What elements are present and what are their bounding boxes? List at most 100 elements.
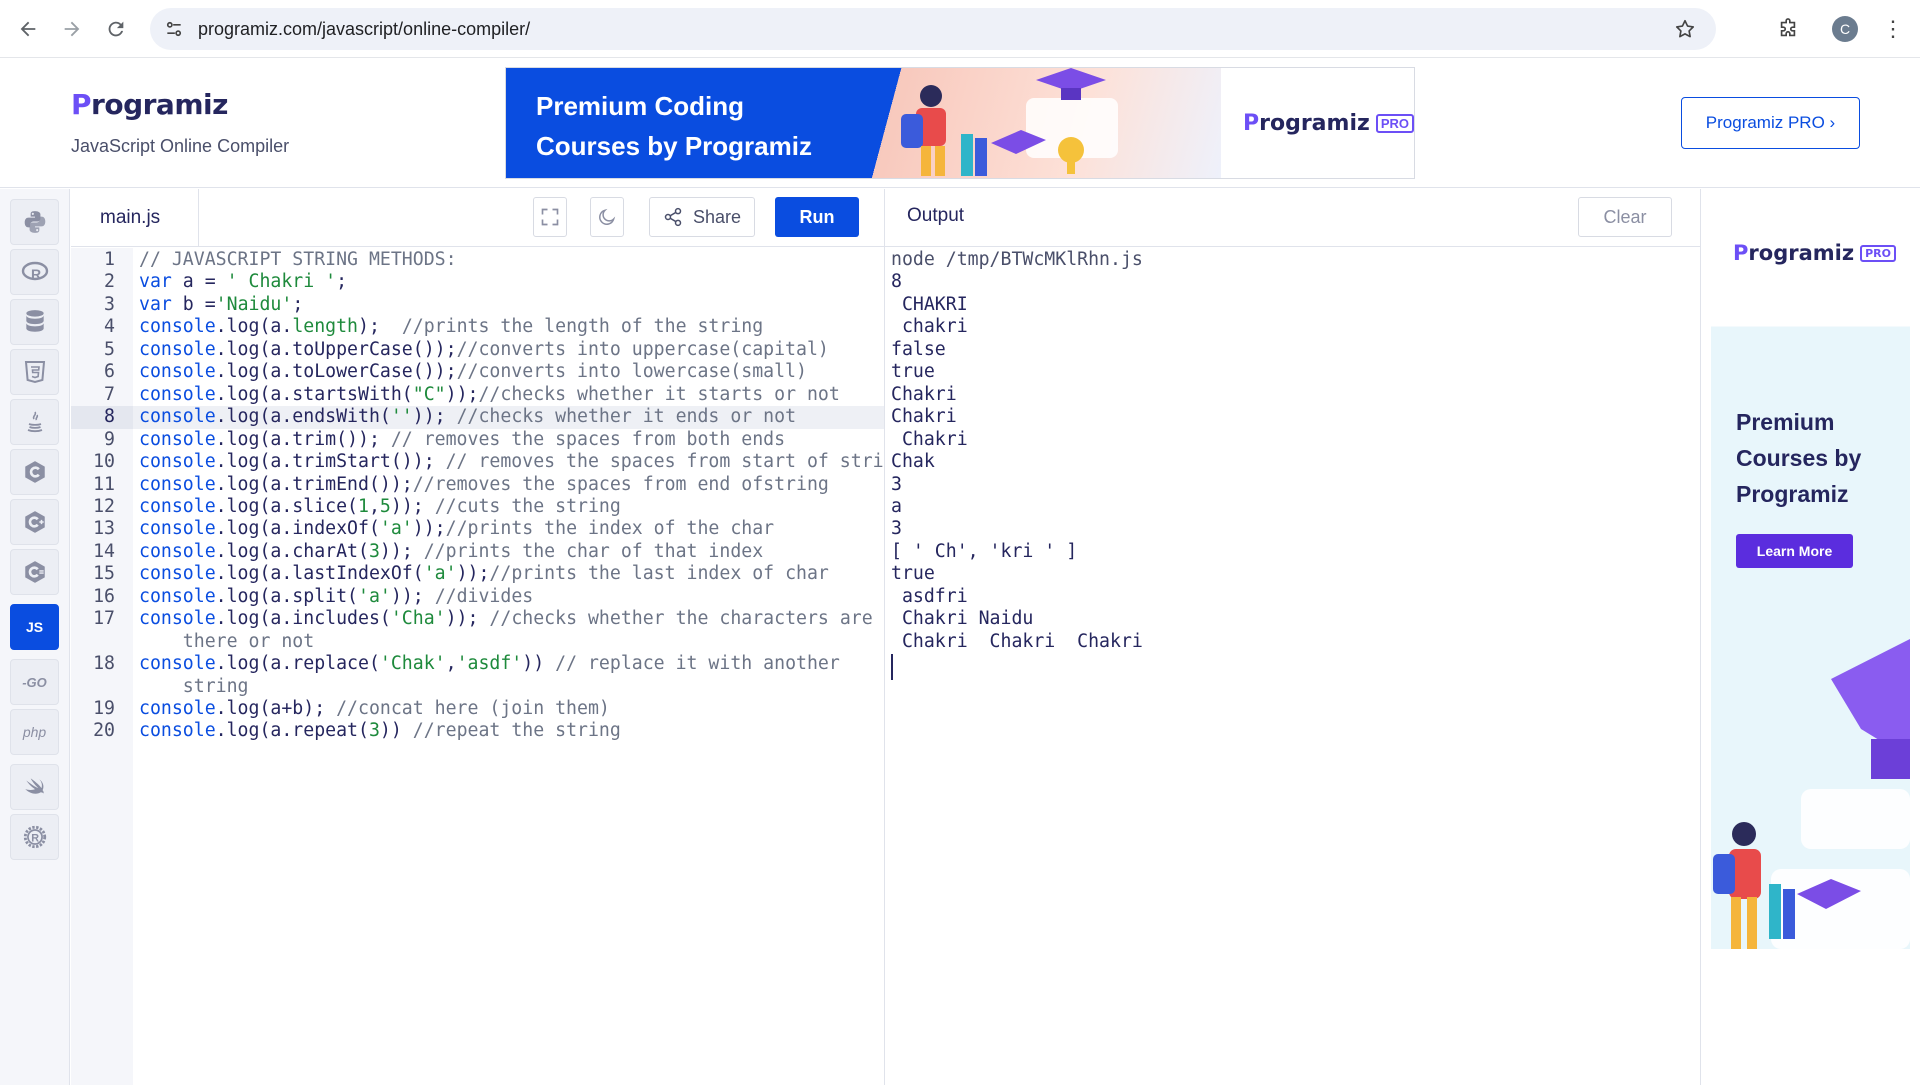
- code-text: console.log(a.split('a')); //divides: [139, 585, 534, 607]
- lang-r-button[interactable]: R: [10, 249, 59, 295]
- code-line[interactable]: 20 console.log(a.repeat(3)) //repeat the …: [93, 720, 884, 742]
- code-line[interactable]: 16 console.log(a.split('a')); //divides: [93, 585, 884, 608]
- r-lang-icon: R: [21, 261, 48, 282]
- programiz-pro-button[interactable]: Programiz PRO ›: [1681, 97, 1860, 149]
- output-line: Chakri Chakri Chakri: [891, 630, 1154, 652]
- code-line[interactable]: 10 console.log(a.trimStart()); // removes…: [93, 451, 905, 473]
- side-ad[interactable]: Programiz PRO Premium Courses by Programi…: [1711, 199, 1910, 949]
- clear-button[interactable]: Clear: [1578, 197, 1672, 237]
- site-settings-icon[interactable]: [164, 19, 184, 39]
- code-line[interactable]: 18 console.log(a.replace('Chak','asdf')) …: [93, 653, 884, 675]
- code-text: var b ='Naidu';: [139, 293, 304, 315]
- banner-logo: Programiz: [1243, 111, 1370, 136]
- code-line[interactable]: 7 console.log(a.startsWith("C"));//checks…: [104, 384, 884, 406]
- code-line[interactable]: 9 console.log(a.trim()); // removes the s…: [104, 428, 884, 451]
- code-line[interactable]: 11 console.log(a.trimEnd());//removes the…: [93, 473, 884, 496]
- code-line[interactable]: there or not: [133, 631, 884, 653]
- code-line[interactable]: 4 console.log(a.length); //prints the len…: [104, 316, 884, 338]
- svg-text:R: R: [31, 266, 41, 282]
- code-line[interactable]: 12 console.log(a.slice(1,5)); //cuts the …: [93, 495, 884, 518]
- language-sidebar: R JS -GO php R: [0, 189, 70, 1085]
- bookmark-star-icon[interactable]: [1674, 18, 1696, 40]
- line-number: 17: [93, 608, 115, 630]
- code-line[interactable]: 6 console.log(a.toLowerCase());//converts…: [104, 361, 884, 383]
- programiz-logo[interactable]: Programiz: [71, 88, 228, 121]
- code-text: console.log(a.slice(1,5)); //cuts the st…: [139, 495, 621, 517]
- file-tab-main-js[interactable]: main.js: [71, 189, 199, 247]
- html5-icon: [24, 361, 45, 384]
- back-button[interactable]: [6, 7, 50, 51]
- line-number: 3: [104, 293, 115, 315]
- forward-button[interactable]: [50, 7, 94, 51]
- lang-js-button[interactable]: JS: [10, 604, 59, 650]
- lang-java-button[interactable]: [10, 399, 59, 445]
- console-caret: [891, 654, 893, 681]
- code-line[interactable]: 3 var b ='Naidu';: [104, 293, 884, 316]
- reload-button[interactable]: [94, 7, 138, 51]
- banner-logo-text: rogramiz: [1259, 110, 1370, 136]
- code-text: console.log(a.endsWith('')); //checks wh…: [139, 406, 797, 428]
- line-number: 10: [93, 451, 115, 473]
- profile-avatar[interactable]: C: [1832, 16, 1858, 42]
- code-text: console.log(a.trim()); // removes the sp…: [139, 428, 786, 450]
- line-number: 14: [93, 540, 115, 562]
- output-console[interactable]: node /tmp/BTWcMKlRhn.js 8 CHAKRI chakri f…: [885, 248, 1700, 1085]
- code-text: console.log(a.includes('Cha')); //checks…: [139, 608, 873, 630]
- student-illustration: [901, 68, 1118, 176]
- lang-go-button[interactable]: -GO: [10, 659, 59, 705]
- code-line[interactable]: 13 console.log(a.indexOf('a'));//prints t…: [93, 518, 884, 540]
- output-line: Chakri Naidu: [891, 608, 1034, 630]
- puzzle-icon: [1780, 18, 1796, 37]
- code-line[interactable]: 8 console.log(a.endsWith('')); //checks w…: [104, 406, 884, 429]
- code-editor[interactable]: 1 // JAVASCRIPT STRING METHODS: 2 var a = '…: [93, 248, 906, 1085]
- learn-more-button[interactable]: Learn More: [1736, 534, 1853, 568]
- ad-logo: Programiz PRO: [1733, 241, 1896, 265]
- output-line: Chakri: [891, 406, 968, 428]
- lang-php-button[interactable]: php: [10, 709, 59, 755]
- lang-sql-button[interactable]: [10, 299, 59, 345]
- share-icon: [664, 207, 682, 227]
- line-number: 15: [93, 563, 115, 585]
- share-button[interactable]: Share: [649, 197, 755, 237]
- code-text: console.log(a.trimEnd());//removes the s…: [139, 473, 829, 495]
- output-command: node /tmp/BTWcMKlRhn.js: [891, 249, 1143, 270]
- lang-html-button[interactable]: [10, 349, 59, 395]
- code-line[interactable]: 2 var a = ' Chakri ';: [104, 271, 884, 293]
- run-button[interactable]: Run: [775, 197, 859, 237]
- dark-mode-toggle[interactable]: [590, 197, 624, 237]
- lang-cpp-button[interactable]: [10, 499, 59, 545]
- output-line: 3: [891, 518, 902, 540]
- output-line: asdfri: [891, 585, 979, 607]
- code-line[interactable]: 14 console.log(a.charAt(3)); //prints the…: [93, 541, 884, 563]
- line-number: 19: [93, 698, 115, 719]
- code-line[interactable]: 15 console.log(a.lastIndexOf('a'));//prin…: [93, 563, 884, 585]
- lang-c-button[interactable]: [10, 449, 59, 495]
- banner-pro-logo: Programiz PRO: [1221, 68, 1414, 178]
- code-line[interactable]: string: [133, 676, 884, 698]
- code-line[interactable]: 17 console.log(a.includes('Cha')); //chec…: [93, 608, 884, 630]
- lang-python-button[interactable]: [10, 199, 59, 245]
- address-bar[interactable]: programiz.com/javascript/online-compiler…: [150, 8, 1716, 50]
- code-text: console.log(a.replace('Chak','asdf')) //…: [139, 653, 840, 675]
- fullscreen-button[interactable]: [533, 197, 567, 237]
- url-text[interactable]: programiz.com/javascript/online-compiler…: [198, 19, 530, 40]
- code-line[interactable]: 5 console.log(a.toUpperCase());//converts…: [104, 339, 884, 361]
- lang-rust-button[interactable]: R: [10, 814, 59, 860]
- output-line: [ ' Ch', 'kri ' ]: [891, 540, 1078, 562]
- extensions-button[interactable]: [1766, 7, 1810, 51]
- lang-swift-button[interactable]: [10, 764, 59, 810]
- line-number: 5: [104, 338, 115, 360]
- lang-csharp-button[interactable]: [10, 549, 59, 595]
- c-lang-icon: [24, 461, 45, 483]
- banner-line-1: Premium Coding: [536, 91, 745, 121]
- browser-menu-icon[interactable]: ⋮: [1878, 7, 1908, 51]
- output-line: Chak: [891, 451, 935, 473]
- ad-pro-badge: PRO: [1860, 245, 1896, 262]
- share-label: Share: [692, 206, 742, 227]
- code-line[interactable]: 1 // JAVASCRIPT STRING METHODS:: [104, 249, 884, 271]
- promo-banner[interactable]: Premium Coding Courses by Programiz Prog…: [505, 67, 1415, 179]
- code-line[interactable]: 19 console.log(a+b); //concat here (join …: [93, 698, 884, 720]
- moon-icon: [599, 208, 616, 225]
- line-number: 2: [104, 271, 115, 293]
- database-icon: [25, 310, 44, 332]
